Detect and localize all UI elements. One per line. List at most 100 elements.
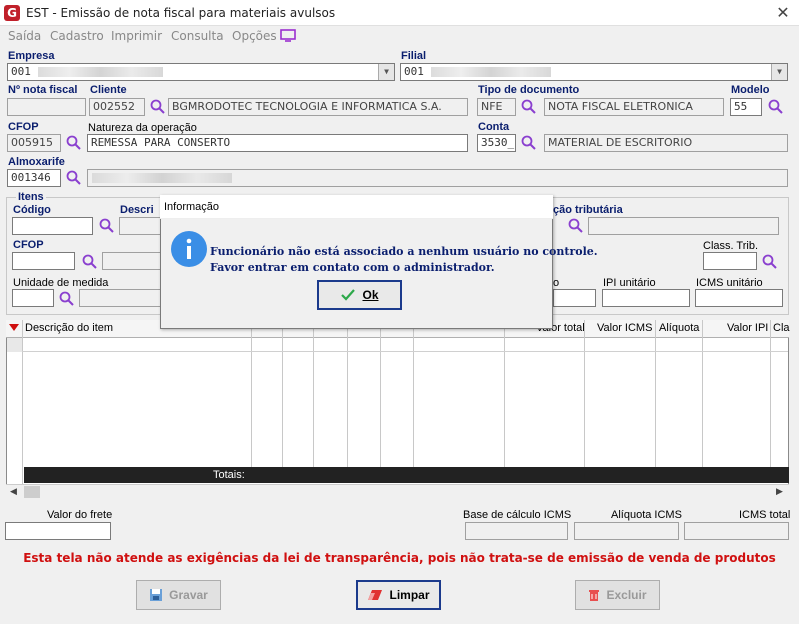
nota-fiscal-field[interactable] bbox=[7, 98, 86, 116]
cliente-code-field[interactable]: 002552 bbox=[89, 98, 145, 116]
window-title: EST - Emissão de nota fiscal para materi… bbox=[26, 6, 336, 20]
descricao-label: Descri bbox=[120, 204, 154, 216]
cliente-name-field[interactable]: BGMRODOTEC TECNOLOGIA E INFORMATICA S.A. bbox=[168, 98, 468, 116]
cfop-field[interactable]: 005915 bbox=[7, 134, 61, 152]
col-descricao[interactable]: Descrição do item bbox=[25, 322, 113, 334]
conta-code-field[interactable]: 3530_ bbox=[477, 134, 516, 152]
cfop-label: CFOP bbox=[8, 121, 39, 133]
class-trib-field[interactable] bbox=[703, 252, 757, 270]
icms-total-label: ICMS total bbox=[739, 509, 791, 521]
gravar-button[interactable]: Gravar bbox=[136, 580, 221, 610]
empresa-label: Empresa bbox=[8, 50, 55, 62]
frete-field[interactable] bbox=[5, 522, 111, 540]
empresa-value: 001 bbox=[11, 65, 31, 78]
icms-unitario-field[interactable] bbox=[695, 289, 783, 307]
ok-button[interactable]: Ok bbox=[317, 280, 402, 310]
table-row[interactable] bbox=[7, 338, 788, 352]
transparency-warning: Esta tela não atende as exigências da le… bbox=[23, 551, 776, 565]
check-icon bbox=[341, 289, 356, 301]
chevron-down-icon[interactable]: ▼ bbox=[771, 64, 787, 80]
filial-combobox[interactable]: 001 ▼ bbox=[400, 63, 788, 81]
col-valor-icms[interactable]: Valor ICMS bbox=[597, 322, 652, 334]
monitor-icon[interactable] bbox=[280, 29, 296, 42]
unidade-medida-label: Unidade de medida bbox=[13, 277, 109, 289]
nota-fiscal-label: Nº nota fiscal bbox=[8, 84, 78, 96]
conta-name-field[interactable]: MATERIAL DE ESCRITORIO bbox=[544, 134, 788, 152]
modelo-label: Modelo bbox=[731, 84, 770, 96]
search-icon[interactable] bbox=[520, 98, 538, 116]
itens-cfop-desc-field[interactable] bbox=[102, 252, 164, 270]
unidade-medida-field[interactable] bbox=[12, 289, 54, 307]
itens-cfop-label: CFOP bbox=[13, 239, 44, 251]
filial-value: 001 bbox=[404, 65, 424, 78]
search-icon[interactable] bbox=[58, 290, 76, 308]
conta-label: Conta bbox=[478, 121, 510, 133]
eraser-icon bbox=[368, 590, 383, 600]
valor-unitario-label: o bbox=[553, 277, 560, 289]
dialog-message-line2: Favor entrar em contato com o administra… bbox=[210, 261, 495, 274]
close-icon[interactable]: ✕ bbox=[774, 3, 792, 23]
ok-label: Ok bbox=[362, 288, 379, 302]
scroll-left-icon[interactable]: ◀ bbox=[10, 486, 17, 497]
horizontal-scrollbar[interactable] bbox=[6, 484, 789, 500]
totals-bar bbox=[24, 467, 789, 483]
search-icon[interactable] bbox=[149, 98, 167, 116]
totals-label: Totais: bbox=[213, 469, 245, 481]
codigo-field[interactable] bbox=[12, 217, 93, 235]
save-icon bbox=[150, 589, 163, 601]
menu-item-imprimir[interactable]: Imprimir bbox=[111, 29, 162, 43]
sort-down-icon[interactable] bbox=[9, 324, 19, 332]
modelo-field[interactable]: 55 bbox=[730, 98, 762, 116]
search-icon[interactable] bbox=[761, 253, 779, 271]
menu-item-saida[interactable]: Saída bbox=[8, 29, 41, 43]
chevron-down-icon[interactable]: ▼ bbox=[378, 64, 394, 80]
valor-unitario-field[interactable] bbox=[553, 289, 596, 307]
codigo-label: Código bbox=[13, 204, 51, 216]
tipo-documento-code-field[interactable]: NFE bbox=[477, 98, 516, 116]
natureza-field[interactable]: REMESSA PARA CONSERTO bbox=[87, 134, 468, 152]
class-trib-label: Class. Trib. bbox=[703, 240, 759, 252]
empresa-combobox[interactable]: 001 ▼ bbox=[7, 63, 395, 81]
search-icon[interactable] bbox=[65, 169, 83, 187]
trash-icon bbox=[589, 590, 600, 601]
tipo-documento-name-field[interactable]: NOTA FISCAL ELETRONICA bbox=[544, 98, 724, 116]
app-logo-icon: G bbox=[4, 5, 20, 21]
col-valor-ipi[interactable]: Valor IPI bbox=[727, 322, 768, 334]
limpar-button[interactable]: Limpar bbox=[356, 580, 441, 610]
col-cla[interactable]: Cla bbox=[773, 322, 790, 334]
menu-item-consulta[interactable]: Consulta bbox=[171, 29, 224, 43]
excluir-button[interactable]: Excluir bbox=[575, 580, 660, 610]
excluir-label: Excluir bbox=[606, 588, 647, 602]
gravar-label: Gravar bbox=[169, 588, 208, 602]
search-icon[interactable] bbox=[767, 98, 785, 116]
limpar-label: Limpar bbox=[389, 588, 430, 602]
scroll-right-icon[interactable]: ▶ bbox=[776, 486, 783, 497]
almoxarife-name-field[interactable] bbox=[87, 169, 788, 187]
aliquota-icms-label: Alíquota ICMS bbox=[611, 509, 682, 521]
menu-item-opcoes[interactable]: Opções bbox=[232, 29, 277, 43]
search-icon[interactable] bbox=[98, 217, 116, 235]
row-indicator bbox=[7, 338, 22, 352]
search-icon[interactable] bbox=[567, 217, 585, 235]
situacao-tributaria-field[interactable] bbox=[588, 217, 779, 235]
base-icms-field[interactable] bbox=[465, 522, 568, 540]
aliquota-icms-field[interactable] bbox=[574, 522, 679, 540]
itens-cfop-field[interactable] bbox=[12, 252, 75, 270]
situacao-tributaria-label: ção tributária bbox=[553, 204, 623, 216]
search-icon[interactable] bbox=[520, 134, 538, 152]
almoxarife-field[interactable]: 001346 bbox=[7, 169, 61, 187]
menu-item-cadastro[interactable]: Cadastro bbox=[50, 29, 104, 43]
search-icon[interactable] bbox=[81, 253, 99, 271]
descricao-field[interactable] bbox=[119, 217, 164, 235]
icms-total-field[interactable] bbox=[684, 522, 789, 540]
search-icon[interactable] bbox=[65, 134, 83, 152]
frete-label: Valor do frete bbox=[47, 509, 113, 521]
redacted-text bbox=[92, 173, 232, 183]
unidade-medida-desc-field[interactable] bbox=[79, 289, 164, 307]
cliente-label: Cliente bbox=[90, 84, 127, 96]
col-aliquota[interactable]: Alíquota bbox=[659, 322, 699, 334]
ipi-unitario-field[interactable] bbox=[602, 289, 690, 307]
almoxarife-label: Almoxarife bbox=[8, 156, 65, 168]
scrollbar-thumb[interactable] bbox=[24, 486, 40, 498]
info-icon bbox=[171, 231, 207, 267]
